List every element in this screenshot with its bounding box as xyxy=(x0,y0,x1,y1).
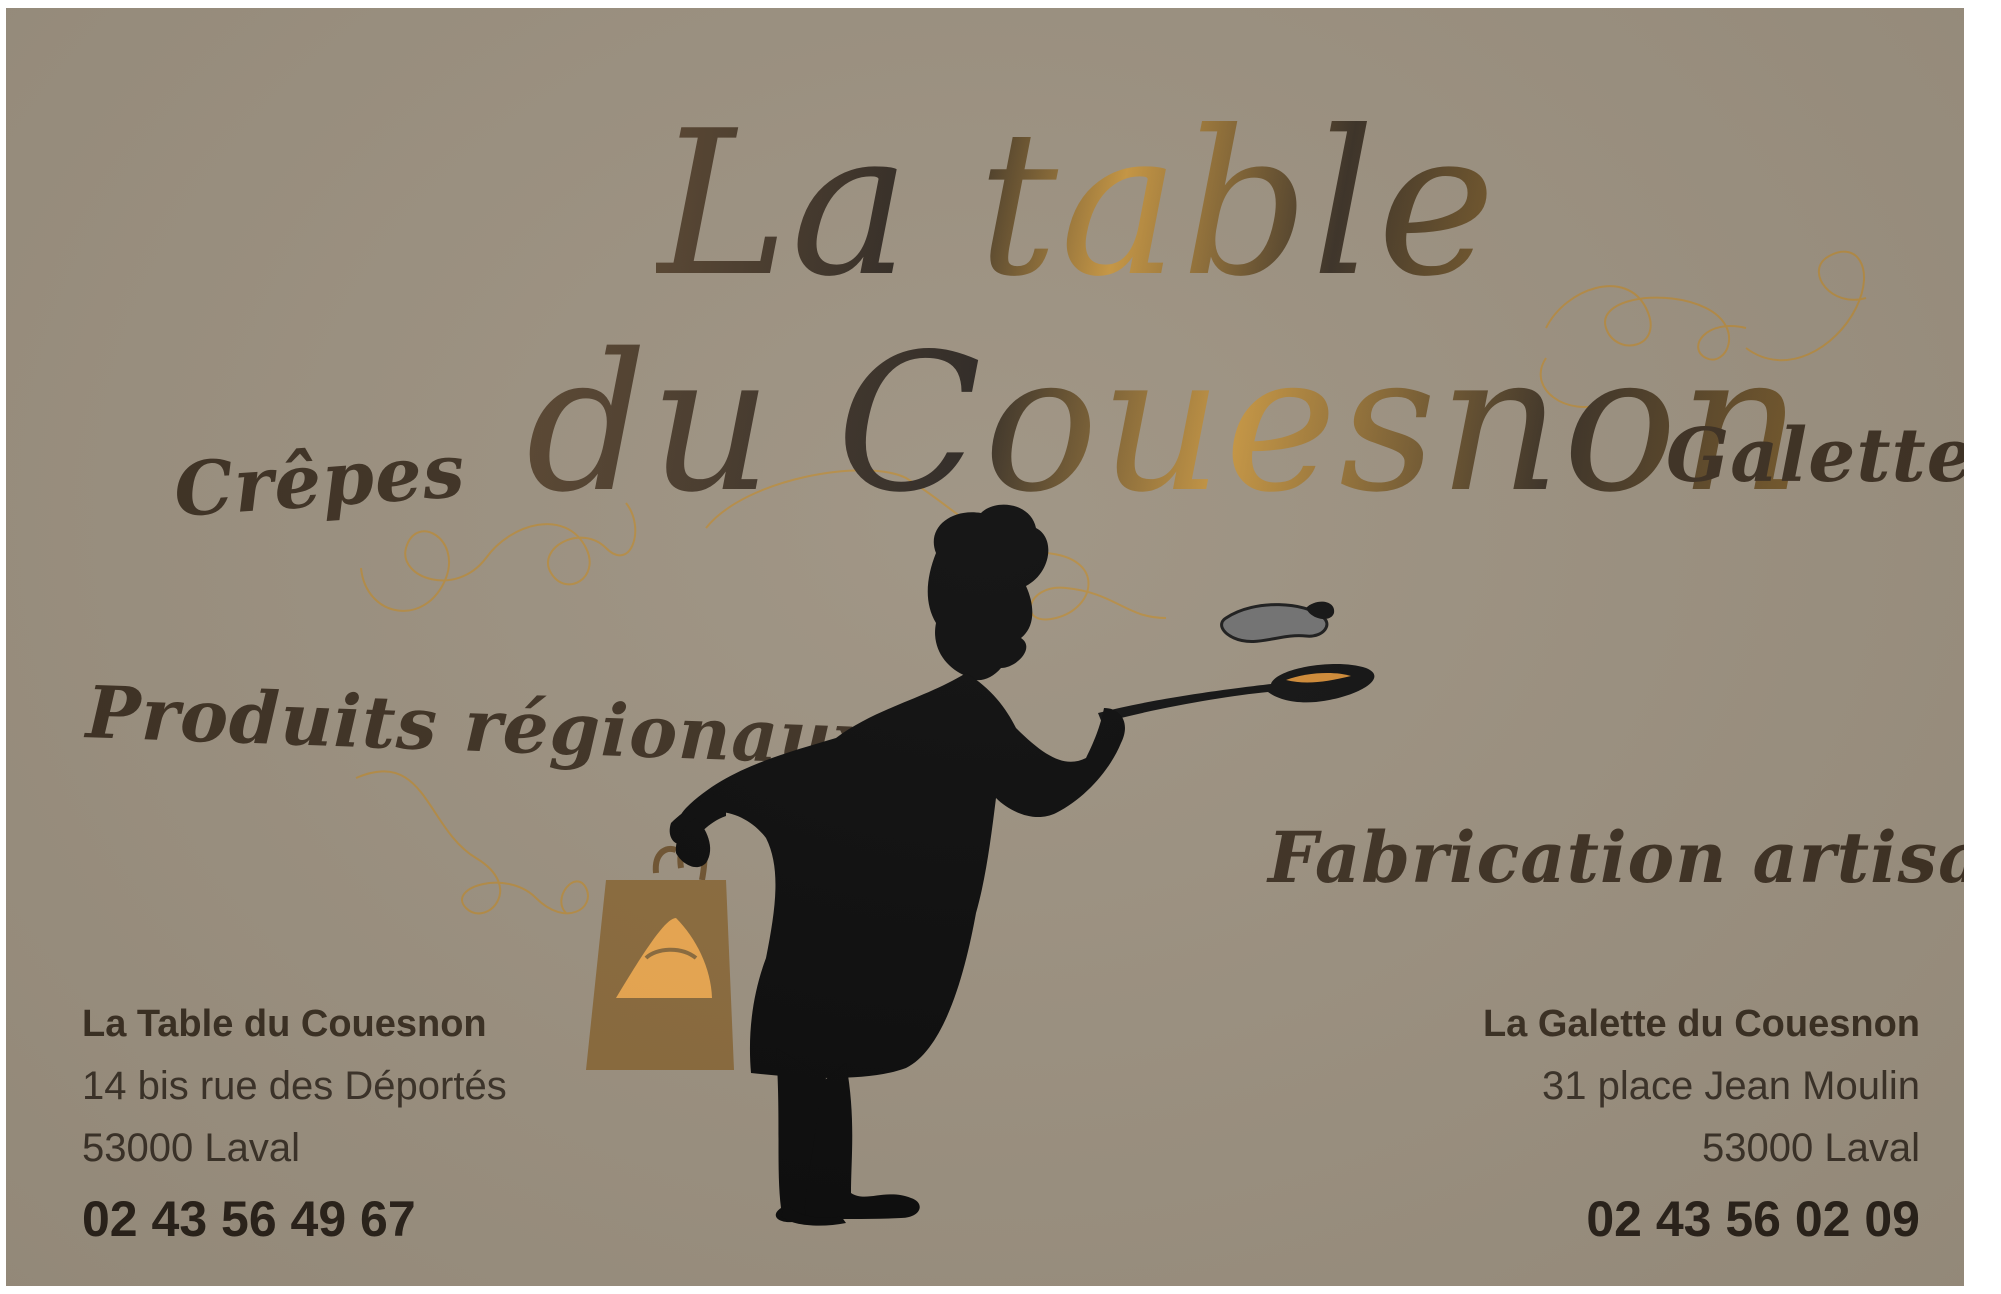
business-name-right: La Galette du Couesnon xyxy=(1482,1003,1920,1045)
city-left: 53000 Laval xyxy=(82,1126,300,1170)
address-block-left: La Table du Couesnon 14 bis rue des Dépo… xyxy=(82,993,507,1255)
business-name-left: La Table du Couesnon xyxy=(82,1003,487,1045)
city-right: 53000 Laval xyxy=(1702,1126,1920,1170)
street-right: 31 place Jean Moulin xyxy=(1541,1064,1920,1108)
shopping-bag-icon xyxy=(586,836,734,1070)
phone-right: 02 43 56 02 09 xyxy=(1586,1191,1920,1247)
pan-icon xyxy=(1098,663,1375,723)
phone-left: 02 43 56 49 67 xyxy=(82,1191,416,1247)
business-card: La table du Couesnon Crêpes Galettes Pro… xyxy=(6,8,1964,1286)
address-block-right: La Galette du Couesnon 31 place Jean Mou… xyxy=(1483,993,1920,1255)
street-left: 14 bis rue des Déportés xyxy=(82,1064,507,1108)
